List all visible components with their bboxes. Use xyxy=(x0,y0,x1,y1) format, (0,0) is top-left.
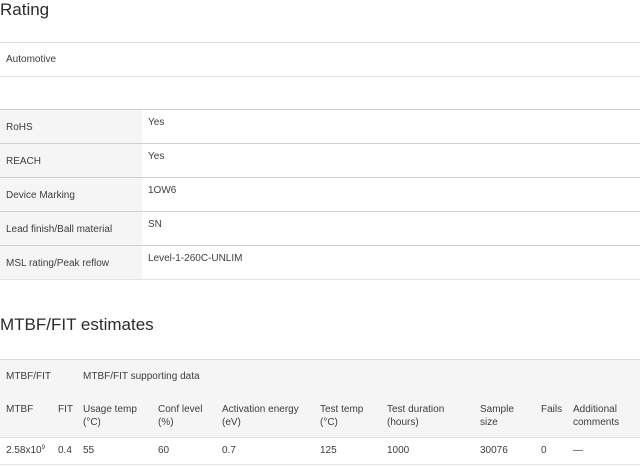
rating-row: Automotive xyxy=(0,42,640,77)
spec-row-lead-finish: Lead finish/Ball material SN xyxy=(0,211,640,245)
spec-label: Lead finish/Ball material xyxy=(6,224,113,235)
cell-mtbf: 2.58x109 xyxy=(6,445,45,456)
rating-value: Automotive xyxy=(6,54,57,65)
col-fails: Fails xyxy=(541,404,563,415)
mtbf-column-headers: MTBF FIT Usage temp (°C) Conf level (%) Ac… xyxy=(0,393,640,438)
spec-value: 1OW6 xyxy=(148,185,177,196)
mtbf-support-group-label: MTBF/FIT supporting data xyxy=(83,371,200,382)
spec-table: RoHS Yes REACH Yes Device Marking 1OW6 L… xyxy=(0,109,640,280)
col-test-duration: Test duration (hours) xyxy=(387,403,444,429)
spec-label-cell: RoHS xyxy=(0,110,142,143)
col-sample-line2: size xyxy=(480,417,498,428)
spec-label-cell: REACH xyxy=(0,144,142,177)
col-conf-line2: (%) xyxy=(158,417,174,428)
col-test-temp: Test temp (°C) xyxy=(320,403,363,429)
col-conf-line1: Conf level xyxy=(158,404,203,415)
cell-conf-level: 60 xyxy=(158,445,170,456)
cell-additional-comments: — xyxy=(573,445,583,456)
spec-row-rohs: RoHS Yes xyxy=(0,109,640,143)
col-fit: FIT xyxy=(58,404,73,415)
col-act-line1: Activation energy xyxy=(222,404,299,415)
cell-activation-energy: 0.7 xyxy=(222,445,236,456)
col-usage-temp: Usage temp (°C) xyxy=(83,403,137,429)
spec-row-msl: MSL rating/Peak reflow Level-1-260C-UNLI… xyxy=(0,245,640,280)
spec-value: Level-1-260C-UNLIM xyxy=(148,253,243,264)
spec-label-cell: MSL rating/Peak reflow xyxy=(0,246,142,279)
mtbf-heading: MTBF/FIT estimates xyxy=(0,315,154,334)
cell-sample-size: 30076 xyxy=(480,445,508,456)
col-sample-line1: Sample xyxy=(480,404,514,415)
col-test-temp-line1: Test temp xyxy=(320,404,364,415)
cell-fails: 0 xyxy=(541,445,547,456)
col-conf-level: Conf level (%) xyxy=(158,403,202,429)
col-dur-line1: Test duration xyxy=(387,404,445,415)
spec-value: Yes xyxy=(148,151,165,162)
spec-label-cell: Device Marking xyxy=(0,178,142,211)
spec-row-device-marking: Device Marking 1OW6 xyxy=(0,177,640,211)
table-row: 2.58x109 0.4 55 60 0.7 125 1000 30076 0 … xyxy=(0,438,640,465)
cell-test-temp: 125 xyxy=(320,445,337,456)
spec-label: REACH xyxy=(6,156,42,167)
cell-test-duration: 1000 xyxy=(387,445,410,456)
mtbf-group-header: MTBF/FIT MTBF/FIT supporting data xyxy=(0,359,640,393)
cell-fit: 0.4 xyxy=(58,445,72,456)
spec-label-cell: Lead finish/Ball material xyxy=(0,212,142,245)
col-add-line1: Additional xyxy=(573,404,617,415)
spec-row-reach: REACH Yes xyxy=(0,143,640,177)
mtbf-fit-group-label: MTBF/FIT xyxy=(6,371,51,382)
col-add-line2: comments xyxy=(573,417,620,428)
col-additional-comments: Additional comments xyxy=(573,403,619,429)
col-act-line2: (eV) xyxy=(222,417,241,428)
spec-label: MSL rating/Peak reflow xyxy=(6,258,110,269)
col-dur-line2: (hours) xyxy=(387,417,419,428)
spec-value: Yes xyxy=(148,117,165,128)
col-usage-temp-line1: Usage temp xyxy=(83,404,137,415)
rating-heading: Rating xyxy=(0,0,50,19)
cell-mtbf-exponent: 9 xyxy=(41,445,45,451)
col-mtbf: MTBF xyxy=(6,404,34,415)
col-test-temp-line2: (°C) xyxy=(320,417,338,428)
col-sample-size: Sample size xyxy=(480,403,514,429)
col-activation-energy: Activation energy (eV) xyxy=(222,403,299,429)
cell-usage-temp: 55 xyxy=(83,445,95,456)
col-usage-temp-line2: (°C) xyxy=(83,417,101,428)
spec-label: Device Marking xyxy=(6,190,75,201)
spec-value: SN xyxy=(148,219,162,230)
cell-mtbf-base: 2.58x10 xyxy=(6,445,42,456)
spec-label: RoHS xyxy=(6,122,33,133)
